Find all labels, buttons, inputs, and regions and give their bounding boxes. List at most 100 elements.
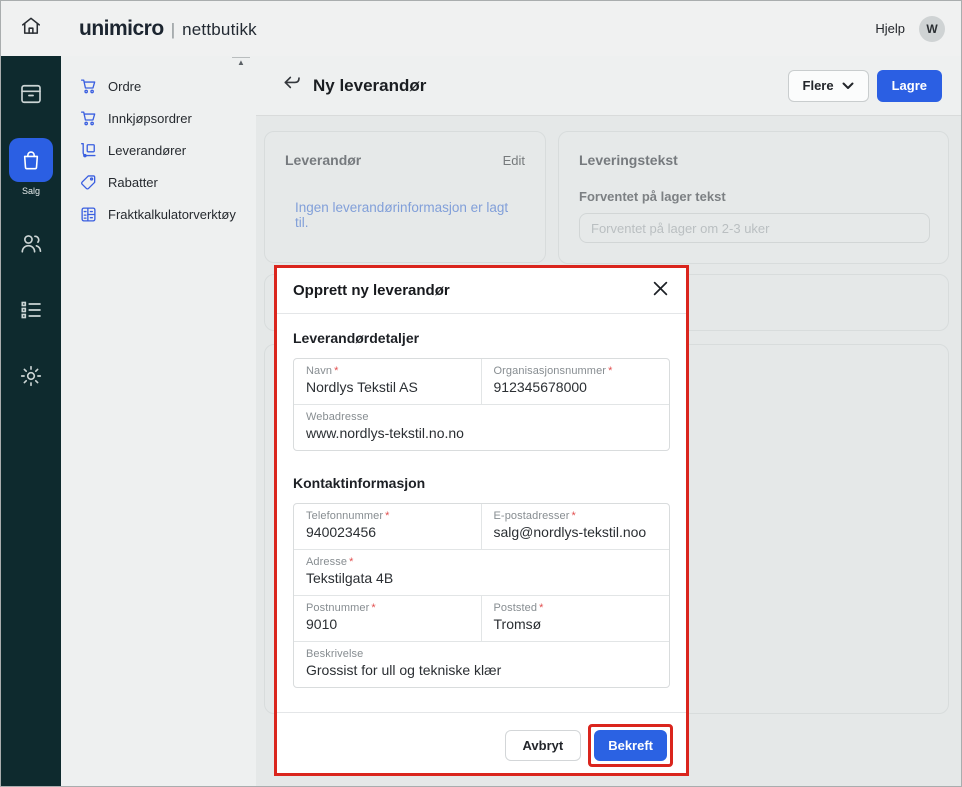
supplier-card-title: Leverandør — [285, 152, 361, 168]
rail-item-settings[interactable] — [1, 360, 61, 392]
required-marker: * — [334, 365, 338, 377]
delivery-card-header: Leveringstekst — [579, 152, 928, 168]
cancel-button[interactable]: Avbryt — [505, 730, 582, 761]
field-row: Navn* Nordlys Tekstil AS Organisasjonsnu… — [294, 359, 669, 405]
supplier-card: Leverandør Edit Ingen leverandørinformas… — [264, 131, 546, 263]
tag-icon — [80, 174, 97, 191]
calculator-icon — [80, 206, 97, 223]
rail-item-sales[interactable]: Salg — [9, 110, 53, 196]
postnummer-label: Postnummer* — [306, 602, 469, 614]
webadresse-input[interactable]: Webadresse www.nordlys-tekstil.no.no — [294, 405, 669, 450]
logo-divider: | — [171, 20, 175, 40]
required-marker: * — [572, 510, 576, 522]
supplier-edit-link[interactable]: Edit — [503, 153, 525, 168]
modal-footer: Avbryt Bekreft — [277, 712, 686, 779]
modal-title: Opprett ny leverandør — [293, 282, 450, 299]
rail-item-customers[interactable] — [1, 228, 61, 260]
poststed-label: Poststed* — [494, 602, 658, 614]
cart-icon — [80, 78, 97, 95]
app-window: unimicro | nettbutikk Hjelp W Sal — [0, 0, 962, 787]
postnummer-input[interactable]: Postnummer* 9010 — [294, 596, 482, 641]
field-row: Telefonnummer* 940023456 E-postadresser*… — [294, 504, 669, 550]
adresse-label: Adresse* — [306, 556, 657, 568]
page-header: Ny leverandør Flere Lagre — [256, 56, 962, 116]
topbar: unimicro | nettbutikk Hjelp W — [1, 1, 961, 56]
navn-input[interactable]: Navn* Nordlys Tekstil AS — [294, 359, 482, 404]
back-button[interactable] — [280, 74, 304, 98]
rail-item-lists[interactable] — [1, 294, 61, 326]
modal-header: Opprett ny leverandør — [277, 268, 686, 314]
beskrivelse-value: Grossist for ull og tekniske klær — [306, 662, 657, 678]
modal-body: Leverandørdetaljer Navn* Nordlys Tekstil… — [277, 314, 686, 712]
collapse-arrow-icon: ▲ — [231, 59, 251, 67]
close-button[interactable] — [650, 281, 670, 301]
field-row: Adresse* Tekstilgata 4B — [294, 550, 669, 596]
supplier-empty-link[interactable]: Ingen leverandørinformasjon er lagt til. — [295, 200, 525, 230]
submenu-item-fraktkalkulator[interactable]: Fraktkalkulatorverktøy — [61, 198, 256, 230]
app-logo: unimicro | nettbutikk — [79, 17, 257, 41]
adresse-value: Tekstilgata 4B — [306, 570, 657, 586]
confirm-button[interactable]: Bekreft — [594, 730, 667, 761]
archive-icon — [19, 82, 43, 106]
adresse-input[interactable]: Adresse* Tekstilgata 4B — [294, 550, 669, 595]
poststed-input[interactable]: Poststed* Tromsø — [482, 596, 670, 641]
rail-item-products[interactable] — [1, 78, 61, 110]
avatar[interactable]: W — [919, 16, 945, 42]
submenu-item-label: Rabatter — [108, 175, 158, 190]
organisasjonsnummer-input[interactable]: Organisasjonsnummer* 912345678000 — [482, 359, 670, 404]
logo-primary: unimicro — [79, 17, 164, 41]
epost-label: E-postadresser* — [494, 510, 658, 522]
submenu-items: Ordre Innkjøpsordrer Leverandører — [61, 56, 256, 230]
required-marker: * — [539, 602, 543, 614]
rail-active-label: Salg — [22, 186, 40, 196]
contact-field-grid: Telefonnummer* 940023456 E-postadresser*… — [293, 503, 670, 688]
submenu-item-label: Innkjøpsordrer — [108, 111, 192, 126]
home-button[interactable] — [1, 1, 61, 56]
navn-label: Navn* — [306, 365, 469, 377]
back-arrow-icon — [282, 73, 302, 98]
save-button[interactable]: Lagre — [877, 70, 942, 102]
field-row: Webadresse www.nordlys-tekstil.no.no — [294, 405, 669, 450]
submenu-collapse-button[interactable]: ▲ — [231, 57, 251, 67]
epost-input[interactable]: E-postadresser* salg@nordlys-tekstil.noo — [482, 504, 670, 549]
section-title-details: Leverandørdetaljer — [293, 330, 670, 346]
dolly-icon — [80, 142, 97, 159]
cart-icon — [80, 110, 97, 127]
required-marker: * — [608, 365, 612, 377]
postnummer-value: 9010 — [306, 616, 469, 632]
submenu-item-label: Ordre — [108, 79, 141, 94]
required-marker: * — [385, 510, 389, 522]
topbar-actions: Hjelp W — [875, 16, 961, 42]
submenu-panel: ▲ Ordre Innkjøpsordrer — [61, 56, 256, 787]
supplier-card-header: Leverandør Edit — [285, 152, 525, 168]
submenu-item-innkjopsordrer[interactable]: Innkjøpsordrer — [61, 102, 256, 134]
organisasjonsnummer-label: Organisasjonsnummer* — [494, 365, 658, 377]
gear-icon — [19, 364, 43, 388]
chevron-down-icon — [842, 78, 854, 93]
section-title-contact: Kontaktinformasjon — [293, 475, 670, 491]
users-icon — [19, 232, 43, 256]
header-actions: Flere Lagre — [788, 70, 962, 102]
shopping-bag-icon[interactable] — [9, 138, 53, 182]
required-marker: * — [349, 556, 353, 568]
telefonnummer-label: Telefonnummer* — [306, 510, 469, 522]
submenu-item-rabatter[interactable]: Rabatter — [61, 166, 256, 198]
epost-value: salg@nordlys-tekstil.noo — [494, 524, 658, 540]
more-button[interactable]: Flere — [788, 70, 869, 102]
submenu-item-label: Fraktkalkulatorverktøy — [108, 207, 236, 222]
list-icon — [19, 298, 43, 322]
delivery-text-input[interactable] — [579, 213, 930, 243]
help-link[interactable]: Hjelp — [875, 21, 905, 36]
submenu-item-ordre[interactable]: Ordre — [61, 70, 256, 102]
beskrivelse-input[interactable]: Beskrivelse Grossist for ull og tekniske… — [294, 642, 669, 687]
close-icon — [653, 281, 668, 301]
more-button-label: Flere — [803, 78, 834, 93]
create-supplier-modal: Opprett ny leverandør Leverandørdetaljer… — [274, 265, 689, 776]
field-row: Beskrivelse Grossist for ull og tekniske… — [294, 642, 669, 687]
icon-rail: Salg — [1, 56, 61, 787]
delivery-card-title: Leveringstekst — [579, 152, 678, 168]
field-row: Postnummer* 9010 Poststed* Tromsø — [294, 596, 669, 642]
submenu-item-leverandorer[interactable]: Leverandører — [61, 134, 256, 166]
telefonnummer-input[interactable]: Telefonnummer* 940023456 — [294, 504, 482, 549]
delivery-field-label: Forventet på lager tekst — [579, 189, 928, 204]
